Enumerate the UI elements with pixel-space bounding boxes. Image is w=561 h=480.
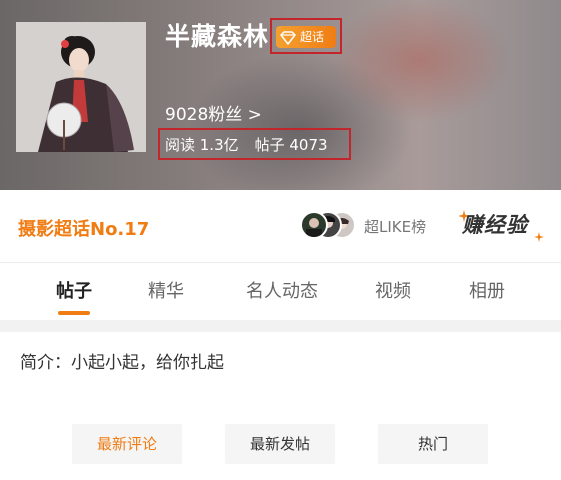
tab-bar: 帖子 精华 名人动态 视频 相册 xyxy=(0,263,561,320)
topic-avatar[interactable] xyxy=(16,22,146,152)
ranking-label[interactable]: 摄影超话No.17 xyxy=(18,215,149,241)
sort-latest-comments-button[interactable]: 最新评论 xyxy=(72,424,182,464)
post-sort-filters: 最新评论 最新发帖 热门 xyxy=(0,394,561,480)
sparkle-icon xyxy=(534,227,544,246)
topic-header: 半藏森林 超话 9028粉丝 > 阅读 1.3亿 帖子 4073 xyxy=(0,0,561,190)
post-count: 帖子 4073 xyxy=(254,135,328,154)
read-count: 阅读 1.3亿 xyxy=(165,135,239,154)
tab-albums[interactable]: 相册 xyxy=(447,277,527,303)
earn-experience-button[interactable]: 赚经验 xyxy=(458,207,544,243)
super-like-ranking-link[interactable]: 超LIKE榜 xyxy=(364,216,426,237)
topic-card: 摄影超话No.17 超LIKE榜 赚经验 帖子 精华 名人动态 视频 相册 xyxy=(0,190,561,320)
tab-featured[interactable]: 精华 xyxy=(126,277,206,303)
tab-celebrity-updates[interactable]: 名人动态 xyxy=(240,277,324,303)
diamond-icon xyxy=(279,30,297,45)
topic-title: 半藏森林 xyxy=(165,22,270,51)
chaohua-badge[interactable]: 超话 xyxy=(270,18,342,54)
tab-videos[interactable]: 视频 xyxy=(353,277,433,303)
tab-posts[interactable]: 帖子 xyxy=(34,277,114,303)
fans-count-link[interactable]: 9028粉丝 > xyxy=(165,104,262,126)
topic-intro: 简介：小起小起，给你扎起 xyxy=(0,332,561,394)
active-tab-indicator xyxy=(58,311,90,315)
earn-experience-label: 赚经验 xyxy=(462,213,528,237)
topic-stats: 阅读 1.3亿 帖子 4073 xyxy=(158,128,351,160)
super-like-avatars[interactable] xyxy=(300,211,360,241)
sort-hot-button[interactable]: 热门 xyxy=(378,424,488,464)
sort-latest-posts-button[interactable]: 最新发帖 xyxy=(225,424,335,464)
avatar xyxy=(300,211,328,239)
chaohua-badge-label: 超话 xyxy=(300,30,325,44)
